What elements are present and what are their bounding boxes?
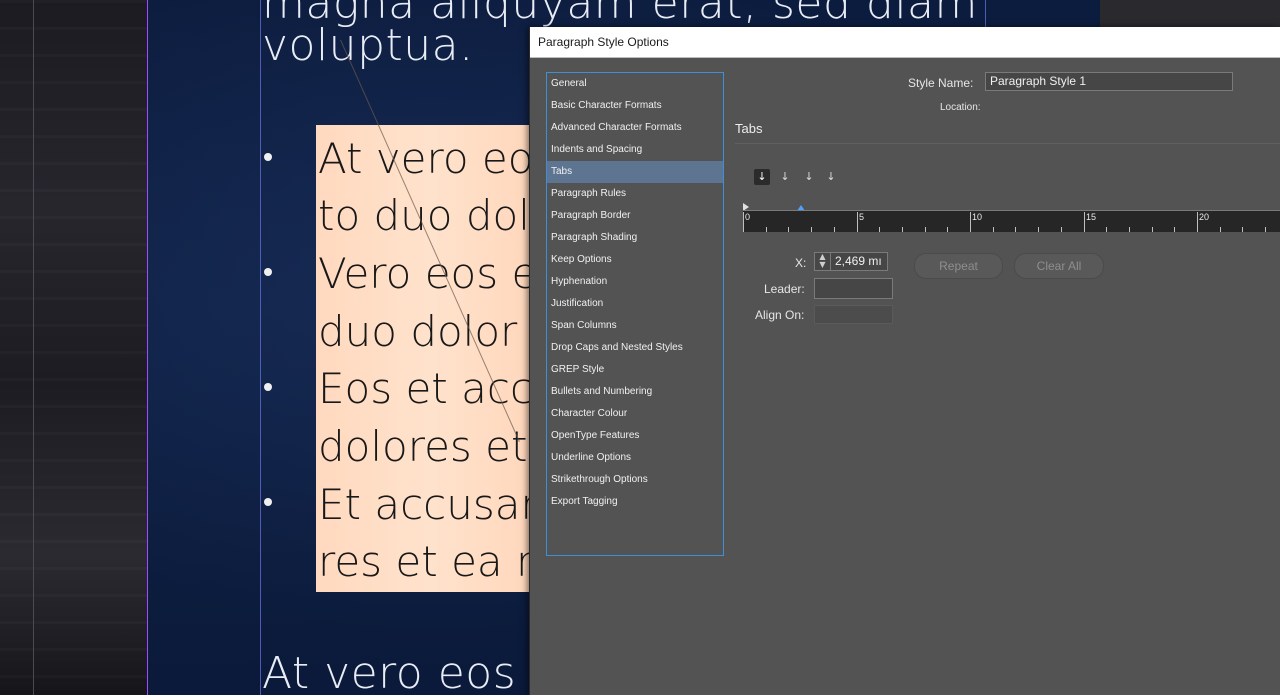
leader-label: Leader: [764,282,805,296]
ruler-tick [879,227,880,232]
ruler-tick [1152,227,1153,232]
column-guide [33,0,34,695]
ruler-tick [1061,227,1062,232]
sidebar-item-grep-style[interactable]: GREP Style [547,359,723,381]
ruler-label: 20 [1199,212,1210,222]
sidebar-item-paragraph-border[interactable]: Paragraph Border [547,205,723,227]
bullet [264,383,272,391]
ruler-tick [1084,212,1085,232]
bullet [264,268,272,276]
footer-text: At vero eos e [262,648,559,695]
ruler-label: 0 [745,212,751,222]
sidebar-item-span-columns[interactable]: Span Columns [547,315,723,337]
background-photo [0,0,147,695]
sidebar-item-paragraph-shading[interactable]: Paragraph Shading [547,227,723,249]
x-position-label: X: [795,256,807,270]
right-justified-tab-icon[interactable]: ↓ [801,169,817,185]
ruler-tick [902,227,903,232]
center-justified-tab-icon[interactable]: ↓ [777,169,793,185]
section-divider [735,143,1280,144]
sidebar-item-justification[interactable]: Justification [547,293,723,315]
x-position-input[interactable]: 2,469 mı [831,252,888,271]
style-name-label: Style Name: [908,76,974,90]
sidebar-item-export-tagging[interactable]: Export Tagging [547,491,723,513]
align-on-input[interactable] [814,305,893,324]
align-on-label: Align On: [755,308,805,322]
list-item-line: res et ea r [318,537,534,586]
list-item-line: dolores et [318,422,528,471]
list-item-line: At vero eos [318,134,556,183]
bullet [264,153,272,161]
ruler-tick [857,212,858,232]
ruler-tick [1174,227,1175,232]
ruler-label: 15 [1086,212,1097,222]
sidebar-item-paragraph-rules[interactable]: Paragraph Rules [547,183,723,205]
ruler-tick [1265,227,1266,232]
sidebar-item-underline-options[interactable]: Underline Options [547,447,723,469]
left-justified-tab-icon[interactable]: ↓ [754,169,770,185]
heading-line: voluptua. [262,20,474,71]
ruler-tick [993,227,994,232]
sidebar-item-drop-caps-and-nested-styles[interactable]: Drop Caps and Nested Styles [547,337,723,359]
sidebar-item-strikethrough-options[interactable]: Strikethrough Options [547,469,723,491]
sidebar-item-bullets-and-numbering[interactable]: Bullets and Numbering [547,381,723,403]
ruler-tick [1015,227,1016,232]
list-item-line: Et accusar [318,480,538,529]
clear-all-button[interactable]: Clear All [1014,253,1104,279]
list-item-line: Eos et acc [318,364,534,413]
ruler-tick [1220,227,1221,232]
sidebar-item-indents-and-spacing[interactable]: Indents and Spacing [547,139,723,161]
sidebar-item-character-colour[interactable]: Character Colour [547,403,723,425]
sidebar-item-tabs[interactable]: Tabs [547,161,723,183]
repeat-button[interactable]: Repeat [914,253,1003,279]
ruler-label: 10 [972,212,983,222]
align-to-decimal-tab-icon[interactable]: ↓ [823,169,839,185]
ruler-label: 5 [859,212,865,222]
ruler-tick [1242,227,1243,232]
ruler-tick [743,212,744,232]
sidebar-item-opentype-features[interactable]: OpenType Features [547,425,723,447]
list-item-line: duo dolor [318,307,518,356]
section-title: Tabs [735,121,763,136]
ruler-tick [925,227,926,232]
sidebar-item-advanced-character-formats[interactable]: Advanced Character Formats [547,117,723,139]
bullet [264,498,272,506]
style-name-input[interactable]: Paragraph Style 1 [985,72,1233,91]
tab-ruler[interactable]: 0 5 10 15 20 [743,210,1280,232]
ruler-tick [1197,212,1198,232]
ruler-tick [970,212,971,232]
margin-guide [260,0,261,695]
ruler-tick [947,227,948,232]
ruler-tick [788,227,789,232]
ruler-tick [1038,227,1039,232]
ruler-tick [811,227,812,232]
ruler-tick [766,227,767,232]
ruler-tick [1129,227,1130,232]
list-item-line: to duo dolo [318,191,556,240]
location-label: Location: [940,102,981,113]
x-stepper-arrows[interactable]: ▲ ▼ [814,252,831,271]
sidebar-item-basic-character-formats[interactable]: Basic Character Formats [547,95,723,117]
category-list[interactable]: General Basic Character Formats Advanced C… [546,72,724,556]
dialog-title[interactable]: Paragraph Style Options [530,27,1280,58]
leader-input[interactable] [814,278,893,299]
paragraph-style-options-dialog: Paragraph Style Options General Basic Cha… [529,27,1280,695]
sidebar-item-general[interactable]: General [547,73,723,95]
ruler-tick [834,227,835,232]
sidebar-item-keep-options[interactable]: Keep Options [547,249,723,271]
ruler-tick [1106,227,1107,232]
sidebar-item-hyphenation[interactable]: Hyphenation [547,271,723,293]
